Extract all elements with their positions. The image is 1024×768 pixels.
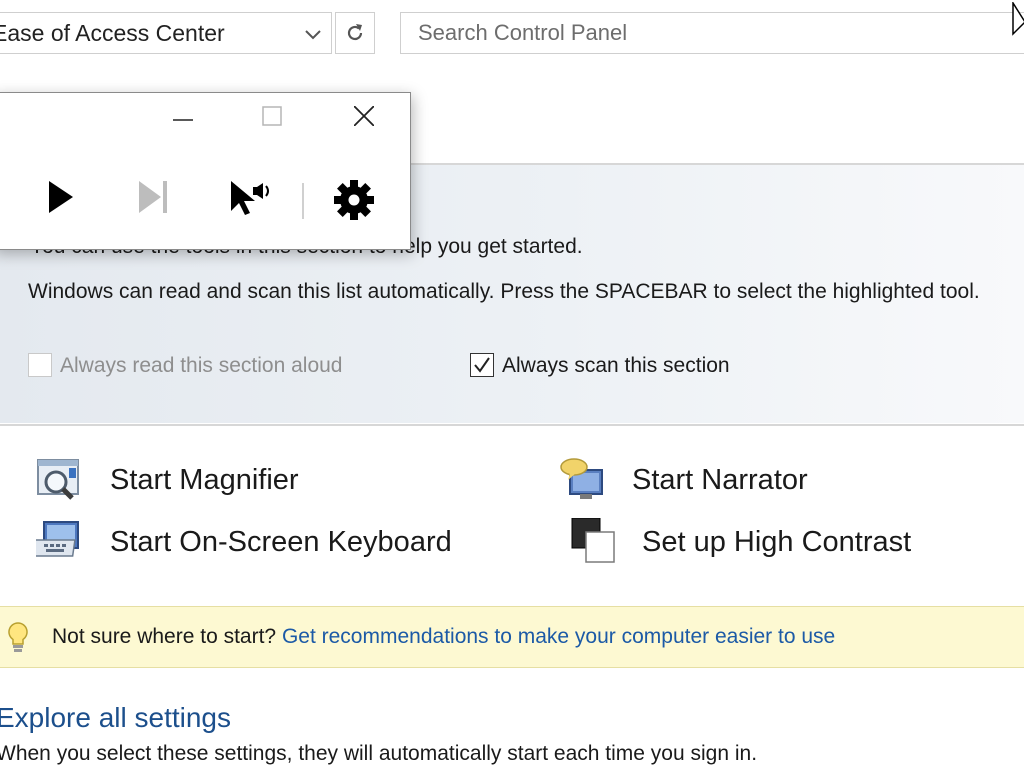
- tool-start-magnifier[interactable]: Start Magnifier: [36, 456, 366, 504]
- settings-button[interactable]: [333, 179, 374, 220]
- address-text: Ease of Access Center: [0, 20, 225, 46]
- top-bar: Ease of Access Center Search Control Pan…: [0, 0, 1024, 70]
- narrator-icon: [560, 458, 603, 499]
- mouse-cursor-icon: [1012, 2, 1024, 36]
- checkbox-label: Always scan this section: [502, 354, 730, 377]
- recommendations-link[interactable]: Get recommendations to make your compute…: [282, 625, 835, 648]
- lightbulb-icon: [8, 622, 28, 652]
- maximize-icon: [262, 106, 282, 126]
- search-placeholder: Search Control Panel: [418, 20, 628, 45]
- magnifier-icon: [37, 459, 79, 500]
- minimize-icon: [173, 119, 193, 121]
- tip-prompt: Not sure where to start?: [52, 625, 277, 648]
- skip-next-icon: [139, 181, 167, 213]
- checkmark-icon: [474, 357, 490, 373]
- play-button[interactable]: [45, 179, 85, 219]
- tool-label: Start Magnifier: [110, 464, 299, 496]
- tool-label: Set up High Contrast: [642, 526, 912, 558]
- explore-settings-description: When you select these settings, they wil…: [0, 742, 758, 765]
- divider: [0, 424, 1024, 426]
- separator: [302, 183, 304, 219]
- narrator-window: [0, 92, 411, 250]
- checkbox-box[interactable]: [28, 353, 52, 377]
- keyboard-icon: [36, 521, 79, 557]
- tool-set-up-high-contrast[interactable]: Set up High Contrast: [570, 518, 940, 566]
- high-contrast-icon: [571, 518, 615, 563]
- tool-start-on-screen-keyboard[interactable]: Start On-Screen Keyboard: [36, 518, 476, 566]
- chevron-down-icon[interactable]: [304, 25, 322, 43]
- tool-label: Start On-Screen Keyboard: [110, 526, 452, 558]
- skip-next-button: [137, 179, 177, 219]
- checkbox-label: Always read this section aloud: [60, 354, 343, 377]
- tool-label: Start Narrator: [632, 464, 808, 496]
- maximize-button: [247, 93, 297, 133]
- read-under-cursor-button[interactable]: [229, 179, 269, 219]
- tool-start-narrator[interactable]: Start Narrator: [558, 456, 858, 504]
- address-bar[interactable]: Ease of Access Center: [0, 12, 332, 54]
- play-icon: [49, 181, 73, 213]
- tip-bar: Not sure where to start? Get recommendat…: [0, 606, 1024, 668]
- settings-icon: [334, 180, 374, 220]
- section-description: Windows can read and scan this list auto…: [28, 280, 980, 303]
- tip-text: Not sure where to start? Get recommendat…: [52, 607, 835, 667]
- close-button[interactable]: [339, 93, 389, 133]
- close-icon: [354, 106, 374, 126]
- read-cursor-icon: [231, 181, 269, 215]
- search-input[interactable]: Search Control Panel: [400, 12, 1024, 54]
- checkbox-box[interactable]: [470, 353, 494, 377]
- explore-settings-heading: Explore all settings: [0, 702, 232, 733]
- refresh-icon: [347, 24, 363, 41]
- refresh-button[interactable]: [335, 12, 375, 54]
- minimize-button[interactable]: [158, 93, 208, 133]
